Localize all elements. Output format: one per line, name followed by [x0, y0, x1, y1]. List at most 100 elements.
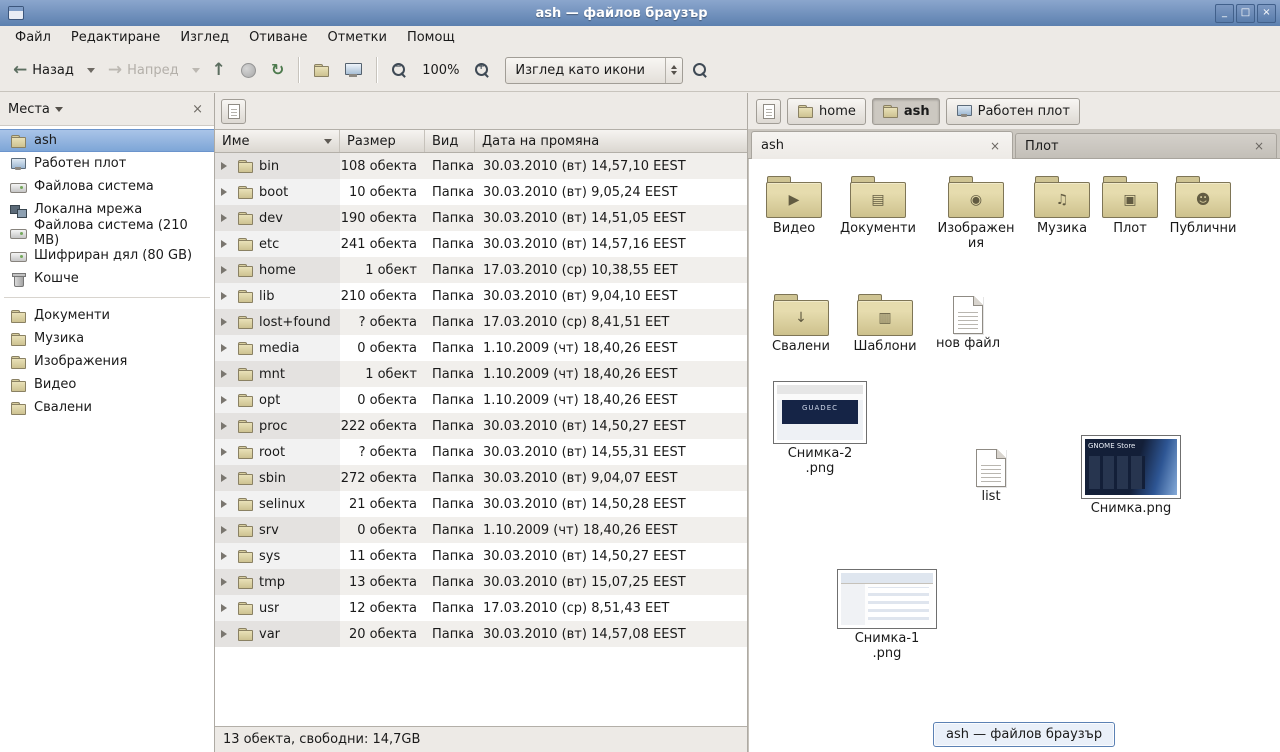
menu-item[interactable]: Изглед: [171, 28, 238, 47]
table-row[interactable]: media 0 обекта Папка 1.10.2009 (чт) 18,4…: [215, 335, 747, 361]
file-item[interactable]: list: [949, 449, 1033, 505]
expander-icon[interactable]: [221, 630, 231, 638]
zoom-out-button[interactable]: [385, 57, 413, 83]
expander-icon[interactable]: [221, 240, 231, 248]
home-button[interactable]: [307, 57, 335, 83]
expander-icon[interactable]: [221, 162, 231, 170]
sidebar-close-icon[interactable]: ×: [189, 102, 206, 117]
chevron-down-icon[interactable]: [55, 107, 63, 116]
expander-icon[interactable]: [221, 266, 231, 274]
path-button[interactable]: Работен плот: [946, 98, 1080, 125]
toggle-location-entry-button[interactable]: [756, 99, 781, 124]
sidebar-item[interactable]: Файлова система (210 MB): [0, 221, 214, 244]
table-row[interactable]: etc 241 обекта Папка 30.03.2010 (вт) 14,…: [215, 231, 747, 257]
computer-button[interactable]: [338, 57, 368, 83]
file-item[interactable]: GUADEC Снимка-2.png: [768, 381, 872, 477]
table-row[interactable]: home 1 обект Папка 17.03.2010 (ср) 10,38…: [215, 257, 747, 283]
sidebar-item[interactable]: Кошче: [0, 267, 214, 290]
tab[interactable]: Плот ×: [1015, 133, 1277, 158]
file-item[interactable]: ▤ Документи: [836, 175, 920, 237]
back-history-dropdown[interactable]: [84, 59, 98, 82]
minimize-button[interactable]: _: [1215, 4, 1234, 23]
expander-icon[interactable]: [221, 474, 231, 482]
table-row[interactable]: srv 0 обекта Папка 1.10.2009 (чт) 18,40,…: [215, 517, 747, 543]
column-header-size[interactable]: Размер: [340, 130, 425, 152]
expander-icon[interactable]: [221, 396, 231, 404]
sidebar-item[interactable]: Файлова система: [0, 175, 214, 198]
toggle-location-entry-button[interactable]: [221, 99, 246, 124]
sidebar-item[interactable]: Видео: [0, 373, 214, 396]
tab[interactable]: ash ×: [751, 131, 1013, 159]
column-header-modified[interactable]: Дата на промяна: [475, 130, 747, 152]
file-item[interactable]: ☻ Публични: [1161, 175, 1245, 237]
column-header-name[interactable]: Име: [215, 130, 340, 152]
sidebar-item[interactable]: Работен плот: [0, 152, 214, 175]
expander-icon[interactable]: [221, 292, 231, 300]
expander-icon[interactable]: [221, 552, 231, 560]
menu-item[interactable]: Файл: [6, 28, 60, 47]
zoom-in-button[interactable]: [468, 57, 496, 83]
file-item[interactable]: GNOME Store Снимка.png: [1079, 435, 1183, 517]
expander-icon[interactable]: [221, 500, 231, 508]
menu-item[interactable]: Отметки: [318, 28, 395, 47]
sidebar-item[interactable]: Изображения: [0, 350, 214, 373]
file-item[interactable]: ▥ Шаблони: [843, 293, 927, 355]
sidebar-item[interactable]: Документи: [0, 304, 214, 327]
stop-button[interactable]: [235, 58, 262, 83]
up-button[interactable]: ↑: [206, 57, 232, 84]
column-header-kind[interactable]: Вид: [425, 130, 475, 152]
sidebar-item[interactable]: ash: [0, 129, 214, 152]
file-item[interactable]: нов файл: [926, 296, 1010, 352]
table-row[interactable]: dev 190 обекта Папка 30.03.2010 (вт) 14,…: [215, 205, 747, 231]
table-row[interactable]: boot 10 обекта Папка 30.03.2010 (вт) 9,0…: [215, 179, 747, 205]
table-row[interactable]: opt 0 обекта Папка 1.10.2009 (чт) 18,40,…: [215, 387, 747, 413]
table-row[interactable]: mnt 1 обект Папка 1.10.2009 (чт) 18,40,2…: [215, 361, 747, 387]
table-row[interactable]: lost+found ? обекта Папка 17.03.2010 (ср…: [215, 309, 747, 335]
expander-icon[interactable]: [221, 344, 231, 352]
table-row[interactable]: bin 108 обекта Папка 30.03.2010 (вт) 14,…: [215, 153, 747, 179]
close-button[interactable]: ×: [1257, 4, 1276, 23]
file-item[interactable]: ▣ Плот: [1088, 175, 1172, 237]
expander-icon[interactable]: [221, 526, 231, 534]
maximize-button[interactable]: □: [1236, 4, 1255, 23]
file-item[interactable]: ↓ Свалени: [759, 293, 843, 355]
file-item[interactable]: Снимка-1.png: [835, 569, 939, 662]
table-row[interactable]: lib 210 обекта Папка 30.03.2010 (вт) 9,0…: [215, 283, 747, 309]
path-button[interactable]: home: [787, 98, 866, 125]
sidebar-title[interactable]: Места: [8, 102, 50, 117]
table-row[interactable]: usr 12 обекта Папка 17.03.2010 (ср) 8,51…: [215, 595, 747, 621]
expander-icon[interactable]: [221, 578, 231, 586]
taskbar-window-button[interactable]: ash — файлов браузър: [933, 722, 1115, 747]
spin-arrows-icon[interactable]: [665, 58, 682, 83]
expander-icon[interactable]: [221, 370, 231, 378]
table-row[interactable]: sys 11 обекта Папка 30.03.2010 (вт) 14,5…: [215, 543, 747, 569]
file-item[interactable]: ◉ Изображения: [934, 175, 1018, 252]
search-button[interactable]: [686, 57, 714, 83]
forward-history-dropdown[interactable]: [189, 59, 203, 82]
expander-icon[interactable]: [221, 188, 231, 196]
expander-icon[interactable]: [221, 448, 231, 456]
expander-icon[interactable]: [221, 422, 231, 430]
expander-icon[interactable]: [221, 318, 231, 326]
view-mode-select[interactable]: Изглед като икони: [505, 57, 683, 84]
sidebar-item[interactable]: Шифриран дял (80 GB): [0, 244, 214, 267]
tab-close-icon[interactable]: ×: [987, 139, 1003, 153]
path-button[interactable]: ash: [872, 98, 940, 125]
table-row[interactable]: selinux 21 обекта Папка 30.03.2010 (вт) …: [215, 491, 747, 517]
sidebar-item[interactable]: Свалени: [0, 396, 214, 419]
file-item[interactable]: ▶ Видео: [752, 175, 836, 237]
table-row[interactable]: proc 222 обекта Папка 30.03.2010 (вт) 14…: [215, 413, 747, 439]
expander-icon[interactable]: [221, 214, 231, 222]
menu-item[interactable]: Помощ: [398, 28, 464, 47]
back-button[interactable]: ← Назад: [6, 57, 81, 84]
reload-button[interactable]: ↻: [265, 57, 290, 83]
menu-item[interactable]: Редактиране: [62, 28, 169, 47]
table-row[interactable]: tmp 13 обекта Папка 30.03.2010 (вт) 15,0…: [215, 569, 747, 595]
sidebar-item[interactable]: Музика: [0, 327, 214, 350]
table-row[interactable]: sbin 272 обекта Папка 30.03.2010 (вт) 9,…: [215, 465, 747, 491]
table-row[interactable]: root ? обекта Папка 30.03.2010 (вт) 14,5…: [215, 439, 747, 465]
forward-button[interactable]: → Напред: [101, 57, 186, 84]
expander-icon[interactable]: [221, 604, 231, 612]
table-row[interactable]: var 20 обекта Папка 30.03.2010 (вт) 14,5…: [215, 621, 747, 647]
tab-close-icon[interactable]: ×: [1251, 139, 1267, 153]
